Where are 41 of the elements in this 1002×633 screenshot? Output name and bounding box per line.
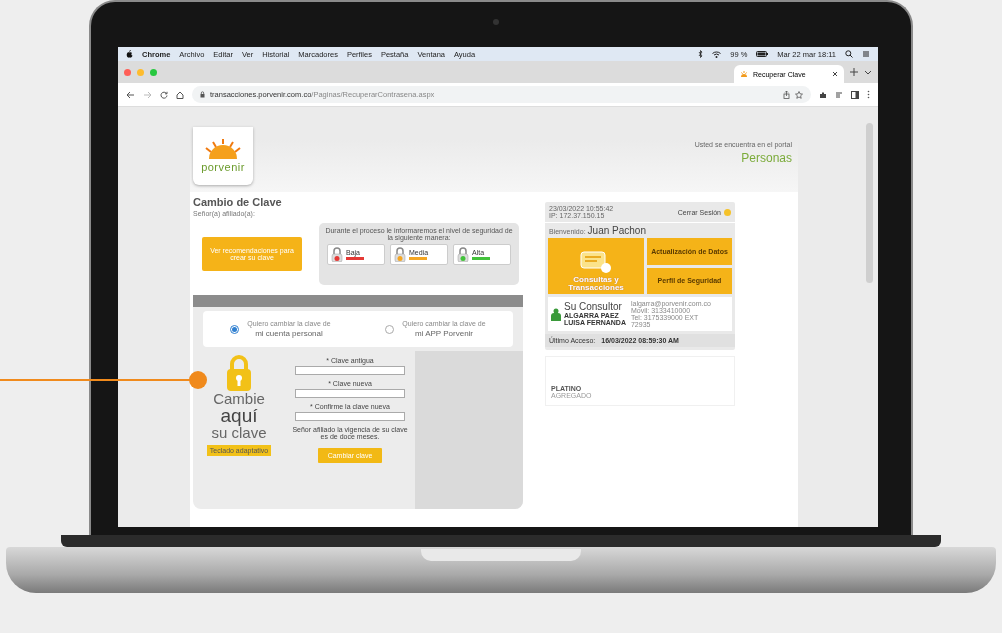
consultant-title: Su Consultor [564,302,623,312]
bluetooth-icon[interactable] [698,50,704,58]
promo-text: Cambie [213,391,265,406]
share-icon[interactable] [783,90,790,99]
back-arrow-icon[interactable] [126,90,135,99]
user-name: Juan Pachon [587,225,646,236]
password-field[interactable] [295,412,405,421]
portal-name: Personas [741,151,792,165]
radio-button[interactable] [385,324,395,334]
new-tab-icon[interactable] [850,68,858,76]
home-icon[interactable] [176,90,184,99]
sidebar-icon[interactable] [851,90,859,99]
wifi-icon[interactable] [712,50,722,58]
power-icon [724,208,731,216]
chevron-down-icon[interactable] [864,68,872,76]
logo-text: porvenir [201,161,245,173]
lock-icon [200,91,205,98]
person-icon [551,307,561,321]
sun-logo-icon [203,139,243,159]
scrollbar[interactable] [866,123,873,283]
padlock-icon [226,355,252,391]
padlock-icon [457,247,469,262]
search-icon[interactable] [845,50,853,58]
option-label[interactable]: mi cuenta personal [255,329,323,338]
promo-text: su clave [211,425,267,440]
card-touch-icon [579,250,613,274]
radio-button[interactable] [230,324,240,334]
password-field[interactable] [295,366,405,375]
padlock-icon [394,247,406,262]
sun-logo-icon [740,70,748,78]
reload-icon[interactable] [160,90,168,99]
reading-list-icon[interactable] [835,90,843,99]
star-icon[interactable] [795,90,803,99]
apple-icon[interactable] [126,50,133,58]
close-icon[interactable] [832,71,838,77]
camera-icon [493,19,499,25]
option-label[interactable]: mi APP Porvenir [414,329,474,338]
battery-icon[interactable] [756,51,769,57]
padlock-icon [331,247,343,262]
password-field[interactable] [295,389,405,398]
page-title: Cambio de Clave [193,196,283,208]
